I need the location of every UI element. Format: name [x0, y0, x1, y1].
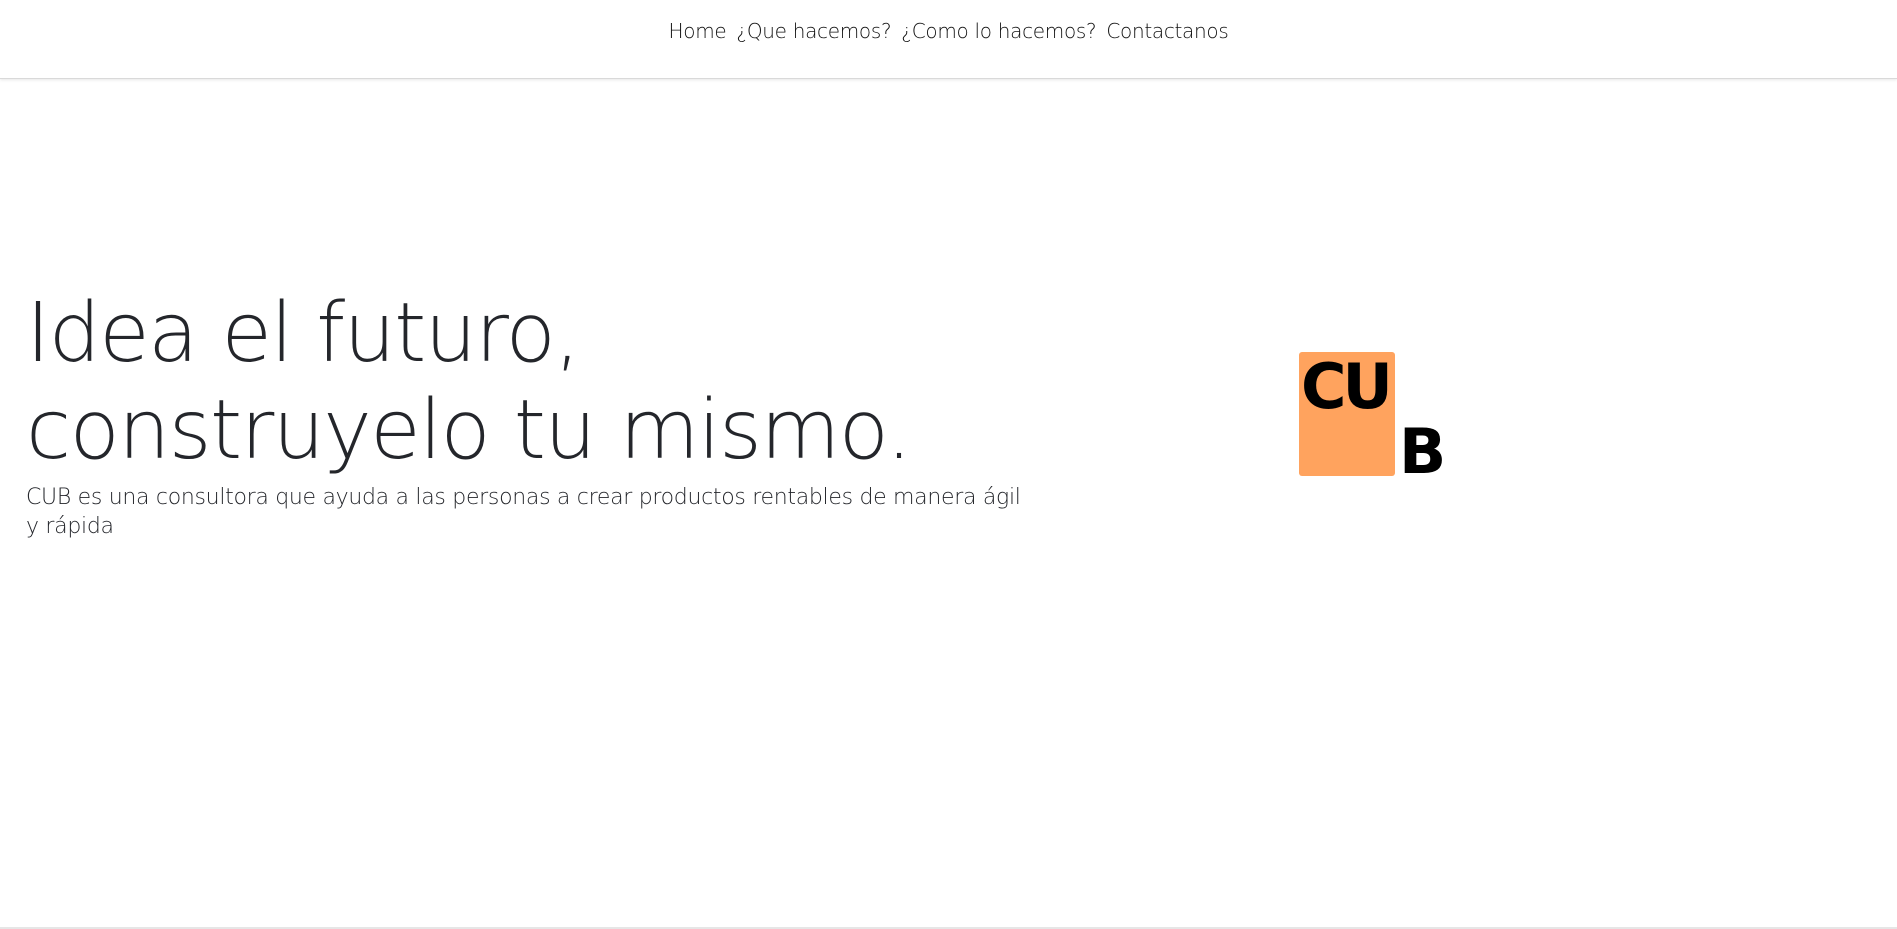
hero-subtitle: CUB es una consultora que ayuda a las pe… — [26, 485, 1021, 539]
hero-title: Idea el futuro, construyelo tu mismo. — [26, 285, 1036, 479]
hero-title-line-2: construyelo tu mismo. — [26, 383, 912, 478]
nav-link-contactanos[interactable]: Contactanos — [1106, 18, 1228, 44]
logo-text-b: B — [1399, 415, 1447, 488]
nav-link-home[interactable]: Home — [669, 18, 727, 44]
hero-section: Idea el futuro, construyelo tu mismo. CUB… — [26, 285, 1036, 541]
navbar: Home ¿Que hacemos? ¿Como lo hacemos? Con… — [0, 0, 1897, 79]
hero-title-line-1: Idea el futuro, — [26, 286, 580, 381]
nav-link-como-lo-hacemos[interactable]: ¿Como lo hacemos? — [901, 18, 1096, 44]
nav-link-que-hacemos[interactable]: ¿Que hacemos? — [736, 18, 891, 44]
nav-menu: Home ¿Que hacemos? ¿Como lo hacemos? Con… — [0, 18, 1897, 44]
logo-text-cu: CU — [1301, 350, 1393, 423]
cub-logo: CU B — [1299, 350, 1447, 488]
